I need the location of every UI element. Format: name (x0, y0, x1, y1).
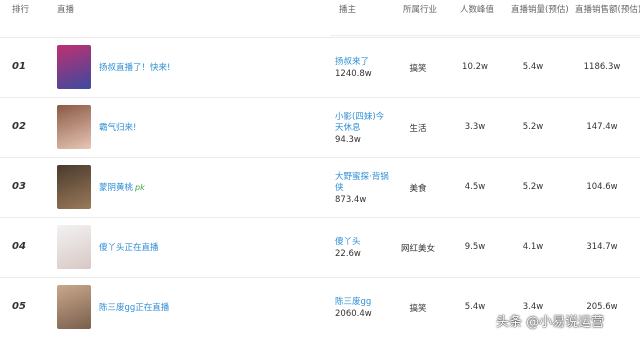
table-row[interactable]: 01 扬叔直播了！快来! 扬叔来了 1240.8w 搞笑 10.2w 5.4w 1186.… (0, 37, 640, 97)
table-row[interactable]: 04 傻丫头正在直播 傻丫头 22.6w 网红美女 9.5w 4.1w 314.7w (0, 217, 640, 277)
header-stream: 直播 (57, 5, 75, 15)
rank-number: 04 (12, 241, 26, 252)
peak-viewers-cell: 3.3w (464, 122, 486, 132)
stream-title-link[interactable]: 傻丫头正在直播 (99, 241, 159, 253)
sales-count-cell: 5.2w (522, 122, 544, 132)
sales-count-cell: 5.4w (522, 62, 544, 72)
header-sales-count: 直播销量(预估) (511, 5, 569, 15)
peak-viewers-cell: 10.2w (462, 62, 488, 72)
table-header: 排行 直播 播主 所属行业 人数峰值 直播销量(预估) 直播销售额(预估) (0, 0, 640, 17)
industry-cell: 搞笑 (409, 304, 427, 314)
host-name-link[interactable]: 扬叔来了 (335, 57, 390, 68)
host-name-link[interactable]: 傻丫头 (335, 237, 390, 248)
header-peak: 人数峰值 (460, 5, 495, 15)
industry-cell: 生活 (409, 124, 427, 134)
rank-number: 01 (12, 61, 26, 72)
stream-thumbnail[interactable] (57, 165, 91, 209)
stream-thumbnail[interactable] (57, 285, 91, 329)
stream-thumbnail[interactable] (57, 45, 91, 89)
stream-title-link[interactable]: 陈三废gg正在直播 (99, 301, 169, 313)
host-fans-count: 22.6w (335, 249, 361, 259)
rank-number: 03 (12, 181, 26, 192)
industry-cell: 美食 (409, 184, 427, 194)
sales-amount-cell: 104.6w (586, 182, 618, 192)
host-name-link[interactable]: 小影(四妹)今天休息 (335, 112, 390, 134)
industry-cell: 搞笑 (409, 64, 427, 74)
stream-title-link[interactable]: 蒙阴黄桃 pk (99, 181, 145, 193)
stream-thumbnail[interactable] (57, 105, 91, 149)
host-fans-count: 94.3w (335, 135, 361, 145)
sales-amount-cell: 314.7w (586, 242, 618, 252)
industry-cell: 网红美女 (400, 244, 435, 254)
header-divider (330, 35, 640, 36)
sales-amount-cell: 147.4w (586, 122, 618, 132)
host-name-link[interactable]: 大野蜜探·背锅侠 (335, 172, 390, 194)
header-sales-amount: 直播销售额(预估) (575, 5, 640, 15)
table-row[interactable]: 02 霸气归来! 小影(四妹)今天休息 94.3w 生活 3.3w 5.2w 147.4w (0, 97, 640, 157)
watermark: 头条 @小易说运营 (496, 315, 605, 330)
host-fans-count: 2060.4w (335, 309, 372, 319)
header-industry: 所属行业 (403, 5, 438, 15)
header-rank: 排行 (12, 5, 30, 15)
rank-number: 05 (12, 301, 26, 312)
sales-amount-cell: 1186.3w (583, 62, 621, 72)
peak-viewers-cell: 9.5w (464, 242, 486, 252)
header-host: 播主 (339, 5, 357, 15)
sales-count-cell: 5.2w (522, 182, 544, 192)
stream-title-link[interactable]: 扬叔直播了！快来! (99, 61, 170, 73)
peak-viewers-cell: 5.4w (464, 302, 486, 312)
stream-title-link[interactable]: 霸气归来! (99, 121, 136, 133)
host-fans-count: 873.4w (335, 195, 367, 205)
table-row[interactable]: 03 蒙阴黄桃 pk 大野蜜探·背锅侠 873.4w 美食 4.5w 5.2w 104.6w (0, 157, 640, 217)
host-fans-count: 1240.8w (335, 69, 372, 79)
peak-viewers-cell: 4.5w (464, 182, 486, 192)
pk-badge: pk (135, 183, 145, 192)
host-name-link[interactable]: 陈三废gg (335, 297, 390, 308)
stream-thumbnail[interactable] (57, 225, 91, 269)
sales-count-cell: 4.1w (522, 242, 544, 252)
rank-number: 02 (12, 121, 26, 132)
